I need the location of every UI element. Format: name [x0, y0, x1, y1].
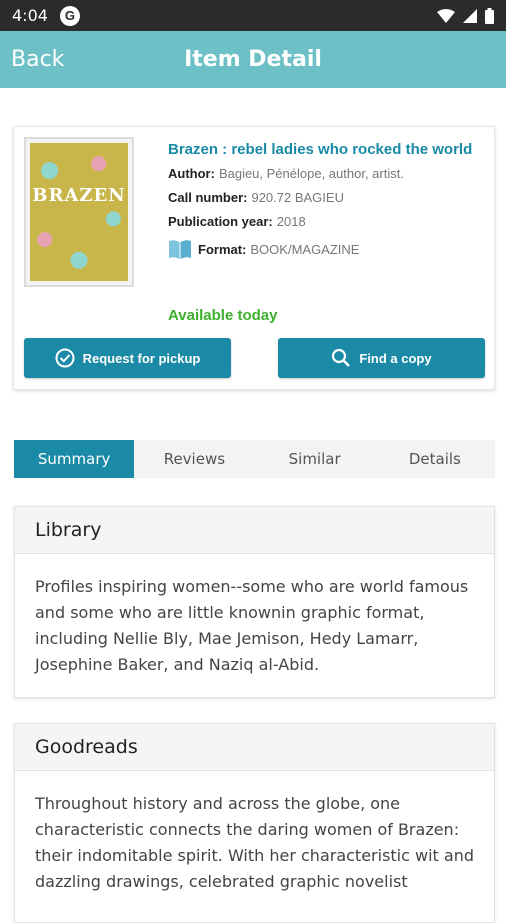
library-summary-text: Profiles inspiring women--some who are w… [35, 577, 469, 674]
author-value: Bagieu, Pénélope, author, artist. [218, 166, 404, 181]
status-time: 4:04 [12, 6, 48, 25]
call-number-row: Call number: 920.72 BAGIEU [168, 190, 488, 205]
find-copy-button[interactable]: Find a copy [278, 338, 485, 378]
call-number-value: 920.72 BAGIEU [251, 190, 344, 205]
book-cover: BRAZEN [24, 137, 134, 287]
publication-year-label: Publication year: [168, 214, 273, 229]
format-row: Format: BOOK/MAGAZINE [168, 238, 488, 260]
call-number-label: Call number: [168, 190, 248, 205]
status-bar: 4:04 G [0, 0, 506, 31]
check-circle-icon [55, 348, 75, 368]
detail-tabs: Summary Reviews Similar Details [14, 440, 495, 478]
app-bar: Back Item Detail [0, 31, 506, 88]
wifi-icon [437, 8, 455, 23]
book-cover-art: BRAZEN [30, 143, 128, 281]
find-copy-label: Find a copy [359, 350, 432, 366]
app-notification-icon: G [59, 5, 80, 26]
search-icon [331, 348, 351, 368]
request-pickup-button[interactable]: Request for pickup [24, 338, 231, 378]
format-value: BOOK/MAGAZINE [250, 241, 360, 257]
battery-icon [485, 7, 494, 24]
item-card: BRAZEN Brazen : rebel ladies who rocked … [13, 126, 495, 390]
signal-icon [463, 8, 477, 23]
item-title[interactable]: Brazen : rebel ladies who rocked the wor… [168, 141, 488, 158]
library-heading: Library [15, 507, 494, 554]
page-title: Item Detail [184, 47, 322, 72]
open-book-icon [169, 240, 191, 259]
item-info: Brazen : rebel ladies who rocked the wor… [168, 141, 488, 269]
tab-summary[interactable]: Summary [14, 440, 135, 478]
request-pickup-label: Request for pickup [82, 350, 201, 366]
status-icons [437, 7, 494, 24]
goodreads-heading: Goodreads [15, 724, 494, 771]
tab-similar[interactable]: Similar [255, 440, 375, 478]
library-summary-panel: Library Profiles inspiring women--some w… [14, 506, 495, 698]
cover-title: BRAZEN [32, 185, 126, 206]
availability-status: Available today [168, 307, 278, 324]
format-label: Format: [198, 241, 247, 257]
back-button[interactable]: Back [11, 47, 64, 72]
tab-reviews[interactable]: Reviews [134, 440, 254, 478]
tab-details[interactable]: Details [375, 440, 495, 478]
author-label: Author: [168, 166, 215, 181]
goodreads-summary-panel: Goodreads Throughout history and across … [14, 723, 495, 923]
publication-year-row: Publication year: 2018 [168, 214, 488, 229]
goodreads-summary-text: Throughout history and across the globe,… [35, 794, 474, 891]
author-row: Author: Bagieu, Pénélope, author, artist… [168, 166, 488, 181]
publication-year-value: 2018 [276, 214, 306, 229]
